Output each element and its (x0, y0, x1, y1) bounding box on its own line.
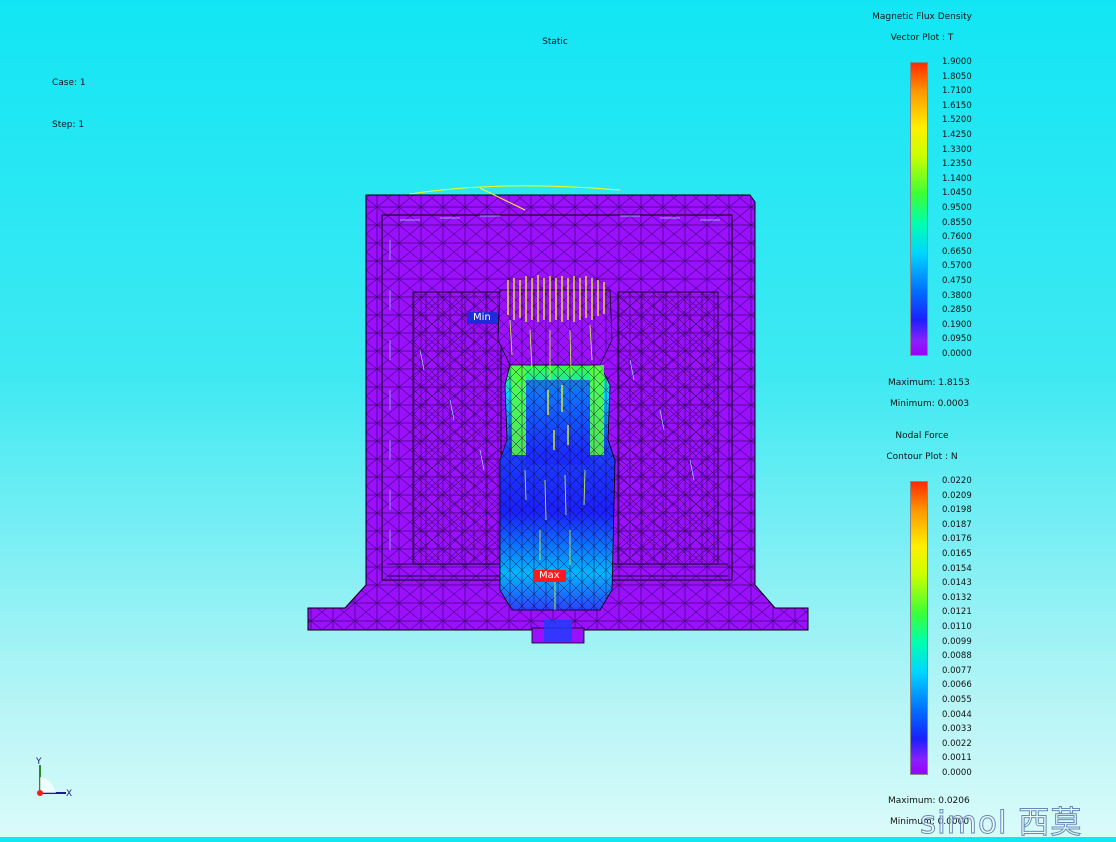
force-tick-5: 0.0165 (942, 548, 972, 559)
force-tick-2: 0.0198 (942, 505, 972, 516)
flux-tick-14: 0.5700 (942, 261, 972, 272)
force-tick-15: 0.0055 (942, 694, 972, 705)
force-tick-20: 0.0000 (942, 767, 972, 778)
force-tick-16: 0.0044 (942, 709, 972, 720)
min-marker: Min (467, 312, 497, 324)
force-tick-7: 0.0143 (942, 578, 972, 589)
axis-triad: Y X (35, 757, 72, 799)
watermark-logo: simol 西莫 (919, 805, 1083, 842)
force-tick-labels: 0.0220 0.0209 0.0198 0.0187 0.0176 0.0165 0.01… (942, 474, 972, 780)
flux-minimum: Minimum: 0.0003 (890, 399, 970, 409)
flux-tick-1: 1.8050 (942, 71, 972, 82)
flux-tick-12: 0.7600 (942, 232, 972, 243)
flux-tick-2: 1.7100 (942, 86, 972, 97)
flux-tick-6: 1.3300 (942, 144, 972, 155)
force-tick-19: 0.0011 (942, 753, 972, 764)
force-tick-4: 0.0176 (942, 534, 972, 545)
flux-tick-16: 0.3800 (942, 290, 972, 301)
force-tick-1: 0.0209 (942, 490, 972, 501)
force-tick-10: 0.0110 (942, 621, 972, 632)
flux-tick-11: 0.8550 (942, 217, 972, 228)
flux-tick-3: 1.6150 (942, 100, 972, 111)
step-label: Step: 1 (52, 120, 85, 130)
force-tick-12: 0.0088 (942, 651, 972, 662)
flux-tick-10: 0.9500 (942, 202, 972, 213)
force-legend-subtitle: Contour Plot : N (886, 452, 958, 462)
force-tick-6: 0.0154 (942, 563, 972, 574)
force-tick-3: 0.0187 (942, 519, 972, 530)
case-label: Case: 1 (52, 78, 86, 88)
flux-tick-8: 1.1400 (942, 173, 972, 184)
flux-tick-labels: 1.9000 1.8050 1.7100 1.6150 1.5200 1.4250 1.33… (942, 55, 972, 361)
flux-tick-18: 0.1900 (942, 319, 972, 330)
force-tick-17: 0.0033 (942, 724, 972, 735)
force-tick-0: 0.0220 (942, 476, 972, 486)
y-axis-label: Y (35, 757, 42, 767)
flux-tick-19: 0.0950 (942, 334, 972, 345)
force-tick-8: 0.0132 (942, 592, 972, 603)
flux-tick-9: 1.0450 (942, 188, 972, 199)
flux-tick-4: 1.5200 (942, 115, 972, 126)
flux-tick-5: 1.4250 (942, 129, 972, 140)
flux-tick-7: 1.2350 (942, 159, 972, 170)
force-tick-14: 0.0066 (942, 680, 972, 691)
force-tick-18: 0.0022 (942, 738, 972, 749)
flux-tick-20: 0.0000 (942, 348, 972, 359)
flux-tick-13: 0.6650 (942, 246, 972, 257)
force-legend-title: Nodal Force (895, 431, 949, 441)
flux-legend-title: Magnetic Flux Density (872, 12, 972, 22)
x-axis-label: X (66, 789, 72, 799)
force-tick-9: 0.0121 (942, 607, 972, 618)
analysis-type-label: Static (542, 37, 568, 47)
force-tick-13: 0.0077 (942, 665, 972, 676)
max-marker: Max (533, 570, 566, 582)
flux-legend-subtitle: Vector Plot : T (890, 33, 954, 43)
flux-tick-15: 0.4750 (942, 275, 972, 286)
flux-tick-0: 1.9000 (942, 57, 972, 67)
force-tick-11: 0.0099 (942, 636, 972, 647)
flux-color-bar (910, 62, 928, 356)
flux-tick-17: 0.2850 (942, 305, 972, 316)
flux-maximum: Maximum: 1.8153 (888, 378, 970, 388)
force-color-bar (910, 481, 928, 775)
